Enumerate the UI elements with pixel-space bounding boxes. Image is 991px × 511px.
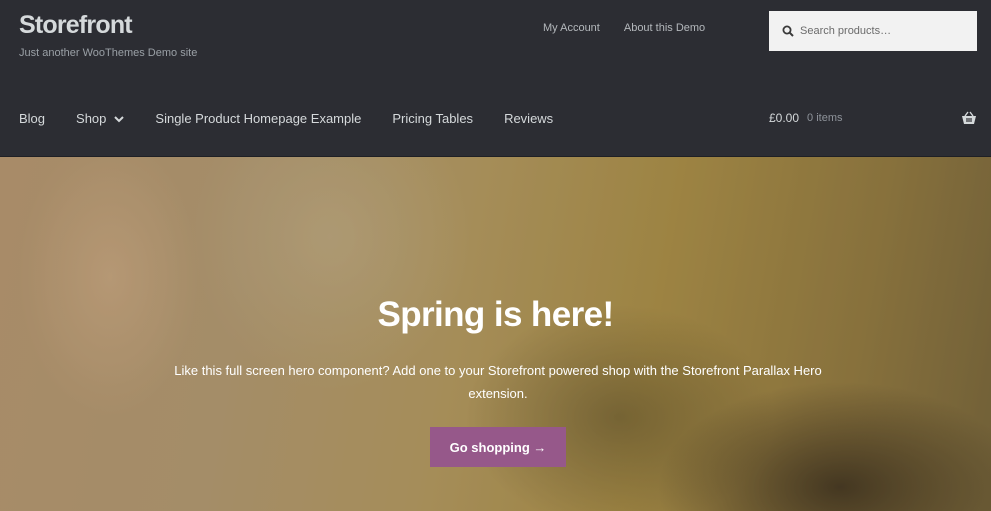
hero-banner: Spring is here! Like this full screen he… [0,157,991,511]
secondary-navigation: My Account About this Demo [543,22,729,34]
nav-item-blog[interactable]: Blog [19,111,45,126]
site-tagline: Just another WooThemes Demo site [19,47,198,59]
nav-item-shop[interactable]: Shop [76,111,125,126]
search-icon[interactable] [782,25,794,37]
primary-navigation: Blog Shop Single Product Homepage Exampl… [19,111,584,126]
about-demo-link[interactable]: About this Demo [624,22,705,34]
search-input[interactable] [800,25,970,37]
hero-title: Spring is here! [377,295,614,334]
nav-item-single-product-homepage[interactable]: Single Product Homepage Example [155,111,361,126]
hero-description: Like this full screen hero component? Ad… [174,363,822,401]
cart-amount: £0.00 [769,111,800,125]
header-cart[interactable]: £0.00 0 items [769,111,977,125]
cart-item-count: 0 items [807,112,843,124]
nav-item-label: Shop [76,111,107,126]
chevron-down-icon[interactable] [114,115,125,123]
go-shopping-button[interactable]: Go shopping → [430,427,566,467]
product-search [769,11,977,51]
nav-item-label: Pricing Tables [392,111,474,126]
nav-item-pricing-tables[interactable]: Pricing Tables [392,111,473,126]
nav-item-reviews[interactable]: Reviews [504,111,553,126]
my-account-link[interactable]: My Account [543,22,600,34]
nav-item-label: Single Product Homepage Example [155,111,362,126]
nav-item-label: Blog [19,111,46,126]
site-title[interactable]: Storefront [19,11,133,40]
site-header: Storefront Just another WooThemes Demo s… [0,0,991,157]
nav-item-label: Reviews [504,111,554,126]
basket-icon[interactable] [961,111,977,130]
